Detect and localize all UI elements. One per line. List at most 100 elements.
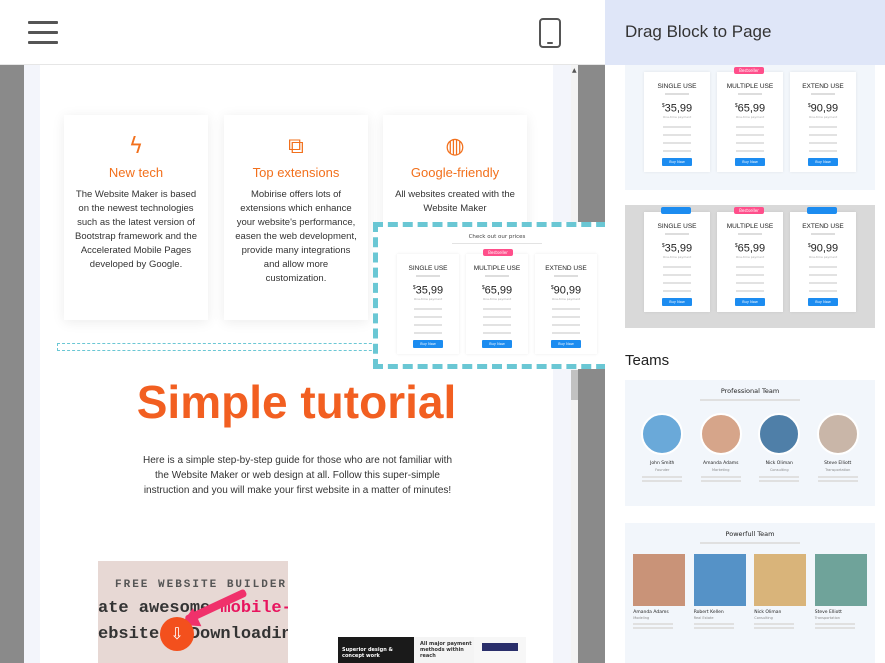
team-block-2[interactable]: Powerfull Team Amanda Adams Modeling Rober… — [625, 523, 875, 663]
drag-block-title: Check out our prices — [468, 234, 526, 240]
team-member: John Smith Founder — [636, 413, 688, 484]
shapes-icon: ⧉ — [288, 134, 304, 159]
block-sidebar: Drag Block to Page SINGLE USE $35,99 One-t… — [605, 0, 885, 663]
pricing-card: EXTEND USE $90,99 One-time payment Buy Now — [535, 254, 597, 354]
plan-price: $90,99 — [807, 102, 839, 115]
plan-name: EXTEND USE — [802, 83, 844, 90]
buy-now-button[interactable]: Buy Now — [662, 297, 692, 306]
feature-card-top-extensions[interactable]: ⧉ Top extensions Mobirise offers lots of… — [224, 115, 368, 320]
plan-price: $35,99 — [412, 284, 444, 297]
promo-line1: FREE WEBSITE BUILDER — [115, 579, 288, 591]
buy-now-button[interactable]: Buy Now — [482, 339, 512, 348]
team-member: Nick Oliman Consulting — [754, 554, 807, 631]
team-member: Steve Elliott Transportation — [814, 554, 867, 631]
avatar — [758, 413, 801, 455]
pricing-block-2[interactable]: SINGLE USE $35,99 One-time payment Buy Now B… — [625, 205, 875, 328]
pricing-card: SINGLE USE $35,99 One-time payment Buy Now — [397, 254, 459, 354]
plan-price: $35,99 — [661, 102, 693, 115]
pricing-badge: Bestseller — [734, 67, 764, 74]
avatar — [641, 413, 684, 455]
avatar — [814, 554, 867, 606]
team-block-1[interactable]: Professional Team John Smith Founder Amand… — [625, 380, 875, 506]
member-name: Amanda Adams — [633, 610, 669, 615]
plan-price: $65,99 — [481, 284, 513, 297]
member-name: Nick Oliman — [765, 461, 793, 466]
team-title: Powerfull Team — [725, 530, 775, 538]
cloud-download-icon[interactable]: ⇩ — [160, 617, 194, 651]
member-role: Marketing — [712, 468, 730, 472]
plan-name: SINGLE USE — [657, 223, 697, 230]
plan-subtitle: One-time payment — [735, 254, 765, 259]
promo-image: FREE WEBSITE BUILDER ate awesome mobile-… — [98, 561, 288, 663]
member-name: John Smith — [650, 461, 675, 466]
plan-subtitle: One-time payment — [808, 254, 838, 259]
editor-toolbar — [0, 0, 605, 65]
plan-subtitle: One-time payment — [662, 254, 692, 259]
feature-text: All websites created with the Website Ma… — [395, 189, 515, 214]
tutorial-text: Here is a simple step-by-step guide for … — [142, 455, 453, 496]
team-member: Nick Oliman Consulting — [753, 413, 805, 484]
thumbnail-light: All major payment methods within reach — [414, 637, 474, 663]
buy-now-button[interactable]: Buy Now — [662, 157, 692, 166]
member-role: Transportation — [825, 468, 851, 472]
member-role: Consulting — [754, 616, 773, 620]
pricing-badge — [807, 207, 837, 214]
mobile-phone-icon[interactable] — [539, 18, 561, 48]
avatar — [699, 413, 742, 455]
plan-price: $90,99 — [807, 242, 839, 255]
pricing-card: SINGLE USE $35,99 One-time payment Buy Now — [644, 207, 710, 312]
buy-now-button[interactable]: Buy Now — [808, 157, 838, 166]
scrollbar-thumb[interactable] — [571, 370, 578, 400]
pricing-card: SINGLE USE $35,99 One-time payment Buy Now — [644, 72, 710, 172]
plan-price: $90,99 — [550, 284, 582, 297]
sidebar-title: Drag Block to Page — [625, 22, 772, 41]
thumbnail-blue — [474, 637, 526, 663]
feature-text: The Website Maker is based on the newest… — [75, 189, 197, 270]
member-role: Consulting — [769, 468, 789, 472]
globe-icon: ◍ — [445, 134, 465, 159]
avatar — [633, 554, 686, 606]
plan-name: SINGLE USE — [657, 83, 697, 90]
team-member: Amanda Adams Modeling — [633, 554, 686, 631]
team-members: Amanda Adams Modeling Robert Kellen Real Es… — [625, 554, 875, 631]
plan-name: EXTEND USE — [802, 223, 844, 230]
buy-now-button[interactable]: Buy Now — [551, 339, 581, 348]
plan-price: $65,99 — [734, 102, 766, 115]
lightning-icon: ϟ — [128, 134, 144, 159]
hamburger-menu-icon[interactable] — [28, 21, 58, 45]
member-name: Nick Oliman — [754, 610, 782, 615]
plan-name: MULTIPLE USE — [726, 223, 774, 230]
member-name: Amanda Adams — [703, 461, 739, 466]
avatar — [816, 413, 859, 455]
feature-title: New tech — [108, 165, 164, 180]
plan-subtitle: One-time payment — [482, 296, 512, 301]
thumb-text: All major payment methods within reach — [420, 641, 472, 659]
feature-card-new-tech[interactable]: ϟ New tech The Website Maker is based on… — [64, 115, 208, 320]
pricing-card: EXTEND USE $90,99 One-time payment Buy Now — [790, 207, 856, 312]
plan-subtitle: One-time payment — [413, 296, 443, 301]
plan-name: EXTEND USE — [545, 265, 587, 272]
pricing-badge — [661, 207, 691, 214]
team-members: John Smith Founder Amanda Adams Marketing Ni… — [625, 413, 875, 484]
scroll-up-arrow-icon[interactable]: ▲ — [572, 67, 577, 74]
member-role: Transportation — [814, 616, 841, 620]
buy-now-button[interactable]: Buy Now — [808, 297, 838, 306]
pricing-cards: SINGLE USE $35,99 One-time payment Buy Now B… — [625, 205, 875, 312]
feature-title: Google-friendly — [410, 165, 500, 180]
plan-subtitle: One-time payment — [735, 114, 765, 119]
thumbnail-dark: Superior design & concept work — [338, 637, 414, 663]
pricing-cards: SINGLE USE $35,99 One-time payment Buy Now B… — [625, 65, 875, 172]
member-role: Real Estate — [693, 616, 714, 620]
dragged-pricing-block[interactable]: Check out our prices SINGLE USE $35,99 One… — [373, 222, 621, 369]
feature-text: Mobirise offers lots of extensions which… — [235, 189, 357, 284]
buy-now-button[interactable]: Buy Now — [735, 297, 765, 306]
plan-subtitle: One-time payment — [551, 296, 581, 301]
member-name: Steve Elliott — [824, 461, 852, 466]
pricing-card: EXTEND USE $90,99 One-time payment Buy Now — [790, 72, 856, 172]
pricing-block-1[interactable]: SINGLE USE $35,99 One-time payment Buy Now B… — [625, 65, 875, 190]
sidebar-header: Drag Block to Page — [605, 0, 885, 65]
avatar — [693, 554, 746, 606]
member-name: Steve Elliott — [814, 610, 842, 615]
buy-now-button[interactable]: Buy Now — [735, 157, 765, 166]
buy-now-button[interactable]: Buy Now — [413, 339, 443, 348]
